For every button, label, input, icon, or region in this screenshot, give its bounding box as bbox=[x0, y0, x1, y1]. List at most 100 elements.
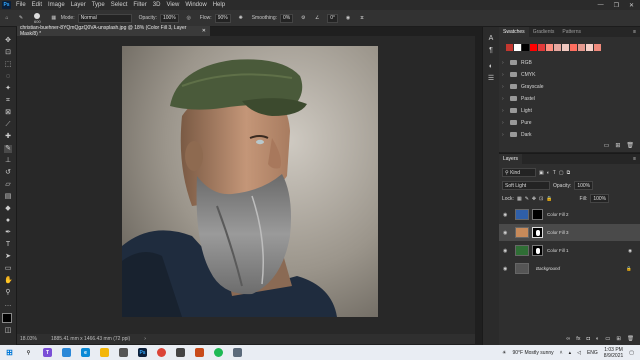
lock-move-icon[interactable]: ✥ bbox=[532, 196, 536, 202]
lock-pixels-icon[interactable]: ▦ bbox=[517, 196, 522, 202]
mode-select[interactable]: Normal bbox=[77, 13, 132, 23]
tab-swatches[interactable]: Swatches bbox=[499, 27, 529, 37]
chrome-icon[interactable] bbox=[157, 348, 166, 357]
notifications-icon[interactable]: ▢ bbox=[629, 350, 634, 356]
frame-tool-icon[interactable]: ⊠ bbox=[4, 109, 12, 117]
delete-layer-icon[interactable]: 🗑 bbox=[627, 336, 634, 342]
close-icon[interactable]: ✕ bbox=[629, 2, 634, 9]
clock[interactable]: 1:03 PM 8/9/2021 bbox=[604, 347, 623, 359]
menu-edit[interactable]: Edit bbox=[29, 2, 45, 8]
photoshop-taskbar-icon[interactable]: Ps bbox=[138, 348, 147, 357]
zoom-level[interactable]: 18.03% bbox=[20, 336, 37, 342]
new-group-icon[interactable]: ▭ bbox=[605, 336, 610, 342]
new-group-icon[interactable]: ▭ bbox=[604, 142, 610, 149]
hand-tool-icon[interactable]: ✋ bbox=[4, 277, 13, 285]
tab-gradients[interactable]: Gradients bbox=[529, 27, 559, 37]
smoothing-field[interactable]: 0% bbox=[280, 13, 294, 23]
quick-select-tool-icon[interactable]: ✦ bbox=[4, 85, 12, 93]
stamp-tool-icon[interactable]: ⊥ bbox=[4, 157, 12, 165]
history-brush-tool-icon[interactable]: ↺ bbox=[4, 169, 12, 177]
blend-mode-select[interactable]: Soft Light bbox=[502, 181, 550, 190]
paragraph-panel-icon[interactable]: ¶ bbox=[487, 47, 495, 55]
app-icon[interactable] bbox=[233, 348, 242, 357]
swatch-folder-light[interactable]: › Light bbox=[502, 105, 532, 116]
pressure-size-icon[interactable]: ◉ bbox=[344, 14, 352, 22]
office-icon[interactable] bbox=[195, 348, 204, 357]
filter-pixel-icon[interactable]: ▣ bbox=[539, 170, 544, 176]
opacity-field[interactable]: 100% bbox=[159, 13, 179, 23]
angle-field[interactable]: 0° bbox=[327, 13, 339, 23]
menu-3d[interactable]: 3D bbox=[150, 2, 164, 8]
brush-tool-icon[interactable]: ✎ bbox=[4, 145, 12, 153]
color-swatch[interactable] bbox=[546, 44, 553, 51]
airbrush-icon[interactable]: ✺ bbox=[237, 14, 245, 22]
move-tool-icon[interactable]: ✥ bbox=[4, 37, 12, 45]
color-swatch[interactable] bbox=[506, 44, 513, 51]
new-layer-icon[interactable]: ⊞ bbox=[616, 336, 621, 342]
home-icon[interactable]: ⌂ bbox=[3, 14, 11, 22]
close-tab-icon[interactable]: ✕ bbox=[202, 28, 206, 34]
color-swatch[interactable] bbox=[570, 44, 577, 51]
menu-window[interactable]: Window bbox=[182, 2, 209, 8]
layer-row-background[interactable]: ◉ Background 🔒 bbox=[499, 260, 640, 277]
visibility-eye-icon[interactable]: ◉ bbox=[503, 266, 509, 272]
new-swatch-icon[interactable]: ⊞ bbox=[615, 142, 620, 149]
swatch-folder-pastel[interactable]: › Pastel bbox=[502, 93, 535, 104]
status-arrow-icon[interactable]: › bbox=[144, 336, 146, 342]
visibility-eye-icon[interactable]: ◉ bbox=[503, 248, 509, 254]
maximize-icon[interactable]: ❐ bbox=[614, 2, 619, 9]
color-swatch[interactable] bbox=[538, 44, 545, 51]
filter-smart-icon[interactable]: ⧉ bbox=[567, 170, 571, 176]
color-swatch[interactable] bbox=[562, 44, 569, 51]
layer-mask-thumbnail[interactable] bbox=[532, 227, 543, 238]
lock-all-icon[interactable]: 🔒 bbox=[546, 196, 552, 202]
folder-icon[interactable] bbox=[100, 348, 109, 357]
swatch-folder-pure[interactable]: › Pure bbox=[502, 117, 532, 128]
layer-effects-icon[interactable]: ◉ bbox=[628, 248, 632, 254]
symmetry-icon[interactable]: ⧖ bbox=[358, 14, 366, 22]
eyedropper-tool-icon[interactable]: ⟋ bbox=[4, 121, 12, 129]
gradient-tool-icon[interactable]: ▤ bbox=[4, 193, 12, 201]
layer-row-color-fill-1[interactable]: ◉ Color Fill 1 ◉ bbox=[499, 242, 640, 259]
document-image[interactable] bbox=[122, 46, 378, 317]
search-icon[interactable]: ⚲ bbox=[24, 348, 33, 357]
color-swatch[interactable] bbox=[522, 44, 529, 51]
panel-menu-icon[interactable]: ≡ bbox=[633, 156, 640, 162]
quick-mask-icon[interactable]: ◫ bbox=[4, 327, 12, 335]
menu-file[interactable]: File bbox=[13, 2, 29, 8]
delete-icon[interactable]: 🗑 bbox=[626, 142, 634, 149]
filter-shape-icon[interactable]: ▢ bbox=[559, 170, 564, 176]
edge-icon[interactable]: e bbox=[81, 348, 90, 357]
brush-settings-icon[interactable]: ▦ bbox=[50, 14, 58, 22]
visibility-eye-icon[interactable]: ◉ bbox=[503, 230, 509, 236]
weather-icon[interactable]: ☀ bbox=[502, 350, 506, 356]
pen-tool-icon[interactable]: ✒ bbox=[4, 229, 12, 237]
panel-menu-icon[interactable]: ≡ bbox=[633, 29, 640, 35]
filter-adjust-icon[interactable]: ◐ bbox=[547, 170, 550, 176]
eraser-tool-icon[interactable]: ▱ bbox=[4, 181, 12, 189]
menu-filter[interactable]: Filter bbox=[130, 2, 149, 8]
color-swatch[interactable] bbox=[530, 44, 537, 51]
more-tools-icon[interactable]: … bbox=[4, 301, 12, 309]
color-swatch[interactable] bbox=[594, 44, 601, 51]
menu-select[interactable]: Select bbox=[108, 2, 131, 8]
filter-type-icon[interactable]: T bbox=[553, 170, 556, 176]
swatch-folder-dark[interactable]: › Dark bbox=[502, 129, 532, 140]
layer-row-color-fill-3[interactable]: ◉ Color Fill 3 bbox=[499, 224, 640, 241]
layer-opacity-field[interactable]: 100% bbox=[574, 181, 594, 190]
type-tool-icon[interactable]: T bbox=[4, 241, 12, 249]
healing-tool-icon[interactable]: ✚ bbox=[4, 133, 12, 141]
foreground-color-swatch[interactable] bbox=[2, 313, 12, 323]
fx-icon[interactable]: fx bbox=[576, 336, 580, 342]
teams-icon[interactable]: T bbox=[43, 348, 52, 357]
menu-help[interactable]: Help bbox=[210, 2, 228, 8]
brush-preset-picker[interactable]: 600 bbox=[34, 12, 41, 24]
filter-kind-select[interactable]: ⚲ Kind bbox=[502, 168, 536, 177]
brush-tool-icon[interactable]: ✎ bbox=[17, 14, 25, 22]
smoothing-options-icon[interactable]: ⚙ bbox=[299, 14, 307, 22]
blur-tool-icon[interactable]: ◆ bbox=[4, 205, 12, 213]
color-swatch[interactable] bbox=[578, 44, 585, 51]
adjustments-panel-icon[interactable]: ◐ bbox=[487, 63, 495, 71]
swatch-folder-cmyk[interactable]: › CMYK bbox=[502, 69, 535, 80]
tab-patterns[interactable]: Patterns bbox=[558, 27, 585, 37]
